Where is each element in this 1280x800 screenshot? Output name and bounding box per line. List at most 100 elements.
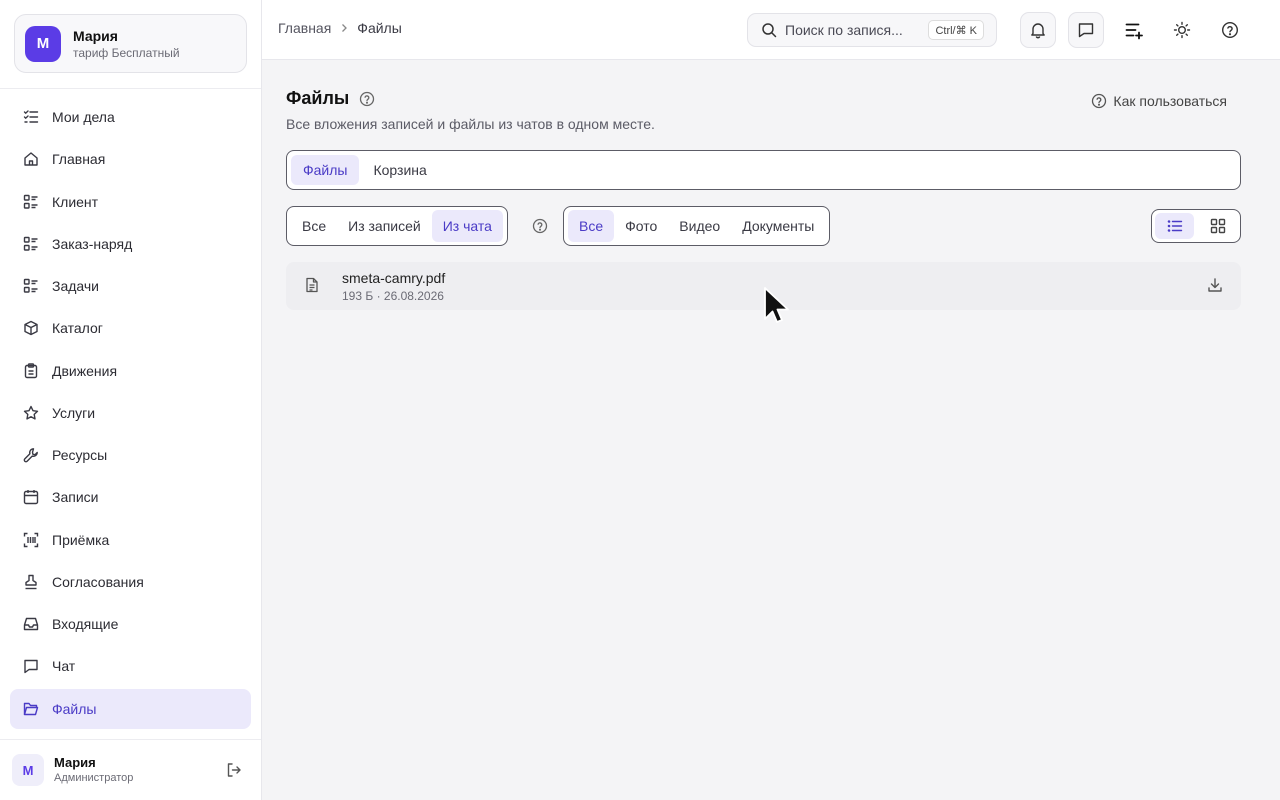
type-filter-video[interactable]: Видео	[668, 210, 731, 242]
sidebar-item-label: Движения	[52, 362, 118, 379]
sidebar-item-reception[interactable]: Приёмка	[10, 520, 251, 560]
type-filter-photo[interactable]: Фото	[614, 210, 668, 242]
add-task-button[interactable]	[1116, 12, 1152, 48]
source-filter-chat[interactable]: Из чата	[431, 210, 503, 242]
sidebar-item-label: Задачи	[52, 278, 100, 294]
sidebar-item-label: Заказ-наряд	[52, 235, 133, 252]
search-input[interactable]: Поиск по запися... Ctrl/⌘ K	[747, 13, 997, 47]
sidebar-item-label: Входящие	[52, 616, 119, 632]
sidebar-item-label: Чат	[52, 658, 76, 675]
sidebar-item-label: Записи	[52, 489, 99, 506]
sidebar-item-label: Ресурсы	[52, 447, 108, 463]
file-document-icon	[304, 277, 322, 295]
sidebar-item-client[interactable]: Клиент	[10, 182, 251, 222]
avatar: М	[25, 25, 61, 62]
sidebar-item-tasks[interactable]: Задачи	[10, 266, 251, 306]
clipboard-icon	[22, 362, 40, 380]
sidebar-item-inbox[interactable]: Входящие	[10, 604, 251, 644]
profile-plan: тариф Бесплатный	[73, 45, 180, 60]
logout-icon	[227, 763, 241, 777]
shortcut-hint: Ctrl/⌘ K	[928, 20, 984, 40]
sidebar-item-services[interactable]: Услуги	[10, 393, 251, 433]
mouse-cursor	[764, 287, 789, 323]
messages-button[interactable]	[1068, 12, 1104, 48]
chat-icon	[22, 657, 40, 675]
stamp-icon	[22, 573, 40, 591]
help-circle-icon	[1221, 21, 1239, 39]
help-circle-icon[interactable]	[532, 218, 548, 234]
divider	[0, 739, 261, 740]
tab-files[interactable]: Файлы	[291, 155, 360, 185]
source-filter-all[interactable]: Все	[291, 210, 337, 242]
grid-view-button[interactable]	[1198, 213, 1237, 239]
profile-name: Мария	[73, 27, 118, 44]
source-filter: Все Из записей Из чата	[286, 206, 508, 246]
scan-icon	[22, 531, 40, 549]
list-plus-icon	[1125, 23, 1143, 40]
source-filter-records[interactable]: Из записей	[337, 210, 432, 242]
folder-icon	[22, 700, 40, 718]
avatar: М	[12, 754, 44, 786]
home-icon	[22, 150, 40, 168]
sidebar-nav: Мои дела Главная Клиент Заказ-наряд Зада…	[10, 97, 251, 731]
notifications-button[interactable]	[1020, 12, 1056, 48]
breadcrumb-home[interactable]: Главная	[278, 20, 331, 36]
search-icon	[762, 23, 777, 38]
inbox-icon	[22, 615, 40, 633]
sidebar-item-movements[interactable]: Движения	[10, 351, 251, 391]
profile-card[interactable]: М Мария тариф Бесплатный	[14, 14, 247, 73]
type-filter-all[interactable]: Все	[568, 210, 615, 242]
breadcrumb: Главная Файлы	[278, 20, 402, 36]
list-icon	[22, 193, 40, 211]
chevron-right-icon	[339, 20, 349, 36]
logout-button[interactable]	[224, 760, 244, 780]
bell-icon	[1031, 23, 1045, 39]
grid-icon	[1210, 218, 1225, 234]
user-name: Мария	[54, 755, 96, 770]
sidebar-item-label: Согласования	[52, 573, 144, 590]
sidebar-item-my-tasks[interactable]: Мои дела	[10, 97, 251, 137]
sidebar-item-catalog[interactable]: Каталог	[10, 308, 251, 348]
sidebar-item-label: Каталог	[52, 320, 103, 337]
how-to-use-link[interactable]: Как пользоваться	[1091, 93, 1227, 109]
sidebar-item-files[interactable]: Файлы	[10, 688, 251, 729]
topbar: Главная Файлы Поиск по запися... Ctrl/⌘ …	[262, 0, 1280, 60]
tabs-bar: Файлы Корзина	[286, 150, 1241, 190]
wrench-icon	[22, 446, 40, 464]
help-circle-icon[interactable]	[359, 91, 375, 107]
sidebar-item-chat[interactable]: Чат	[10, 646, 251, 686]
search-placeholder: Поиск по запися...	[785, 22, 903, 38]
page-title: Файлы	[286, 88, 375, 109]
sidebar-item-label: Услуги	[52, 404, 96, 421]
sidebar-item-label: Клиент	[52, 193, 99, 210]
list-icon	[22, 235, 40, 253]
file-meta: 193 Б · 26.08.2026	[342, 289, 444, 303]
page-title-text: Файлы	[286, 88, 350, 108]
view-toggle	[1151, 209, 1241, 243]
list-icon	[22, 277, 40, 295]
sidebar-item-records[interactable]: Записи	[10, 477, 251, 517]
page-subtitle: Все вложения записей и файлы из чатов в …	[286, 116, 655, 132]
chat-icon	[1078, 23, 1094, 38]
sidebar-item-approvals[interactable]: Согласования	[10, 562, 251, 602]
download-icon	[1208, 278, 1222, 292]
help-circle-icon	[1091, 93, 1107, 109]
sidebar-item-label: Мои дела	[52, 109, 115, 125]
download-button[interactable]	[1207, 277, 1225, 295]
list-icon	[1167, 220, 1182, 232]
type-filter-documents[interactable]: Документы	[731, 210, 825, 242]
sidebar-item-home[interactable]: Главная	[10, 139, 251, 179]
help-button[interactable]	[1212, 12, 1248, 48]
sidebar-item-work-order[interactable]: Заказ-наряд	[10, 224, 251, 264]
sun-icon	[1173, 21, 1191, 39]
checklist-icon	[22, 108, 40, 126]
sidebar-item-label: Главная	[52, 151, 106, 168]
tab-trash[interactable]: Корзина	[361, 155, 438, 185]
list-view-button[interactable]	[1155, 213, 1194, 239]
sidebar-item-resources[interactable]: Ресурсы	[10, 435, 251, 475]
theme-toggle-button[interactable]	[1164, 12, 1200, 48]
sidebar: М Мария тариф Бесплатный Мои дела Главна…	[0, 0, 262, 800]
sidebar-item-label: Приёмка	[52, 531, 110, 548]
main-content: Файлы Все вложения записей и файлы из ча…	[262, 61, 1280, 800]
star-icon	[22, 404, 40, 422]
